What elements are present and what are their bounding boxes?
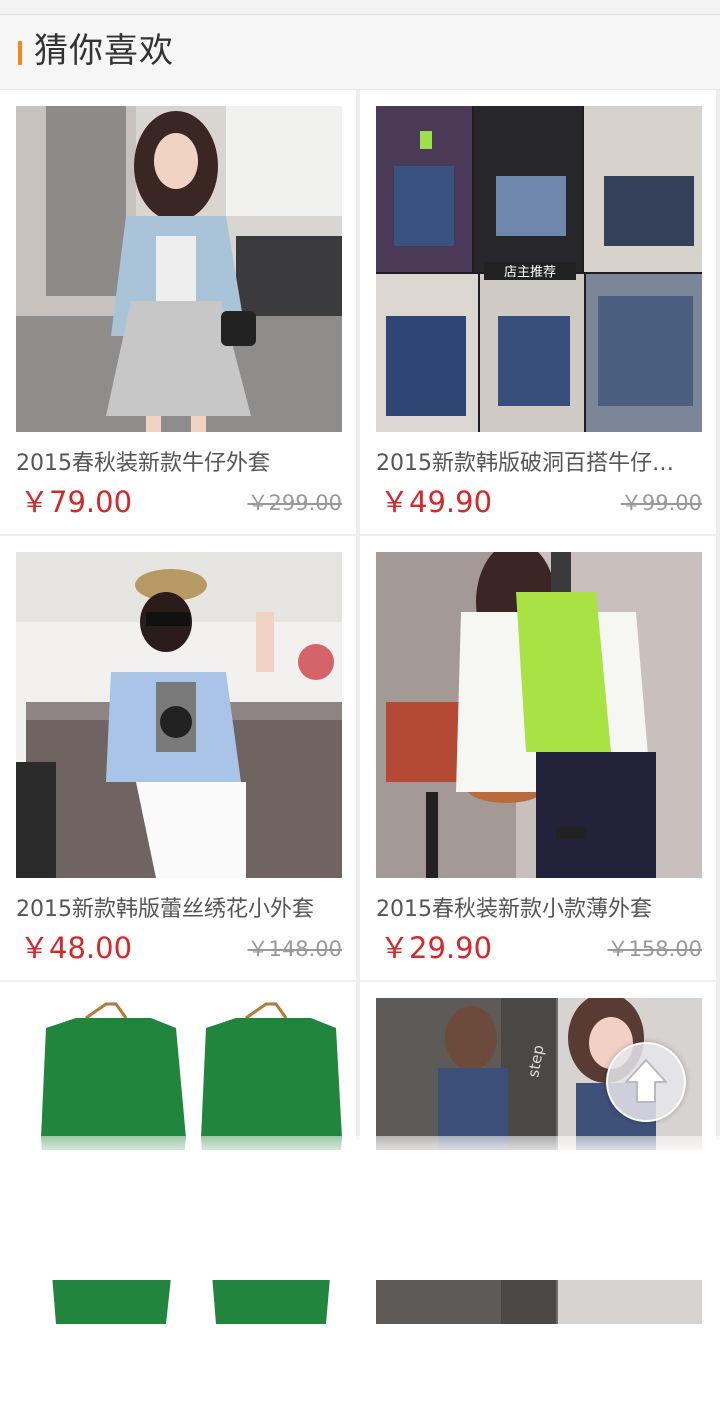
product-card-3[interactable]: 2015新款韩版蕾丝绣花小外套 ￥48.00 ￥148.00 bbox=[0, 536, 356, 980]
product-price: ￥29.90 bbox=[380, 931, 493, 965]
product-price: ￥79.00 bbox=[20, 485, 133, 519]
product-title[interactable]: 2015春秋装新款小款薄外套 bbox=[376, 894, 702, 926]
product-title[interactable]: 2015新款韩版破洞百搭牛仔… bbox=[376, 448, 702, 480]
product-title[interactable]: 2015春秋装新款牛仔外套 bbox=[16, 448, 342, 480]
product-original-price: ￥158.00 bbox=[607, 937, 702, 961]
top-strip bbox=[0, 0, 720, 15]
product-original-price: ￥99.00 bbox=[620, 491, 702, 515]
section-accent-bar bbox=[18, 41, 22, 65]
product-image-1[interactable] bbox=[16, 106, 342, 432]
scroll-to-top-button[interactable] bbox=[606, 1042, 686, 1122]
shop-recommend-label: 店主推荐 bbox=[504, 265, 556, 280]
product-card-2[interactable]: 店主推荐 2015新款韩版破洞百搭牛仔… ￥49.90 ￥99.00 bbox=[360, 90, 716, 534]
product-price: ￥49.90 bbox=[380, 485, 493, 519]
product-image-2[interactable]: 店主推荐 bbox=[376, 106, 702, 432]
product-original-price: ￥299.00 bbox=[247, 491, 342, 515]
bottom-blank-area bbox=[0, 1150, 720, 1280]
arrow-up-icon bbox=[625, 1059, 667, 1103]
product-image-3[interactable] bbox=[16, 552, 342, 878]
product-grid: 2015春秋装新款牛仔外套 ￥79.00 ￥299.00 店主推荐 2015新款… bbox=[0, 90, 720, 1426]
product-image-4[interactable] bbox=[376, 552, 702, 878]
section-title: 猜你喜欢 bbox=[34, 31, 174, 71]
section-header: 猜你喜欢 bbox=[0, 15, 720, 90]
product-card-1[interactable]: 2015春秋装新款牛仔外套 ￥79.00 ￥299.00 bbox=[0, 90, 356, 534]
product-title[interactable]: 2015新款韩版蕾丝绣花小外套 bbox=[16, 894, 342, 926]
product-original-price: ￥148.00 bbox=[247, 937, 342, 961]
product-price: ￥48.00 bbox=[20, 931, 133, 965]
product-card-4[interactable]: 2015春秋装新款小款薄外套 ￥29.90 ￥158.00 bbox=[360, 536, 716, 980]
